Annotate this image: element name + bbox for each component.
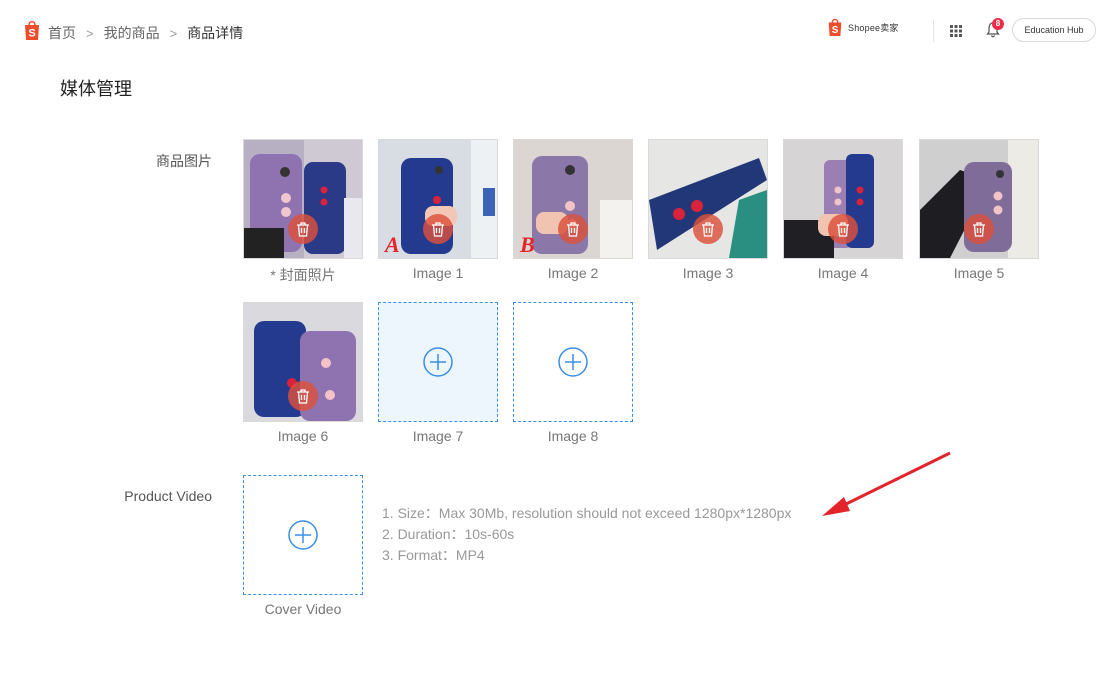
svg-text:S: S <box>28 28 35 40</box>
shopee-seller-logo-icon: S <box>828 18 842 36</box>
plus-circle-icon <box>288 520 318 550</box>
image-caption: Image 2 <box>547 265 599 281</box>
video-requirements: 1. Size：Max 30Mb, resolution should not … <box>382 503 791 566</box>
seller-brand[interactable]: S Shopee卖家 <box>826 17 899 37</box>
image-slot-3[interactable]: Image 3 <box>648 139 768 281</box>
image-caption: Image 7 <box>412 428 464 444</box>
plus-circle-icon <box>423 347 453 377</box>
trash-icon <box>297 221 309 237</box>
breadcrumb-product-detail: 商品详情 <box>187 25 244 41</box>
page-title: 媒体管理 <box>60 79 132 99</box>
svg-text:S: S <box>832 25 839 36</box>
annotation-arrow-icon <box>822 451 951 516</box>
image-slot-8[interactable]: Image 8 <box>513 302 633 444</box>
notification-count-badge: 8 <box>992 18 1004 30</box>
product-image-thumbnail[interactable] <box>648 139 768 259</box>
delete-image-button[interactable] <box>423 214 453 244</box>
image-slot-5[interactable]: Image 5 <box>919 139 1039 281</box>
image-caption: Image 4 <box>817 265 869 281</box>
top-bar: S 首页 > 我的商品 > 商品详情 S Shopee卖家 8 Educatio… <box>0 0 1113 64</box>
image-slot-2[interactable]: B Image 2 <box>513 139 633 281</box>
image-slot-cover[interactable]: * 封面照片 <box>243 139 363 285</box>
product-image-thumbnail[interactable] <box>243 302 363 422</box>
image-caption: * 封面照片 <box>270 267 336 283</box>
video-rule-duration: 2. Duration：10s-60s <box>382 526 515 542</box>
delete-image-button[interactable] <box>964 214 994 244</box>
add-video-button[interactable] <box>243 475 363 595</box>
video-rule-format: 3. Format：MP4 <box>382 547 485 563</box>
trash-icon <box>567 221 579 237</box>
image-caption: Image 1 <box>412 265 464 281</box>
delete-image-button[interactable] <box>288 381 318 411</box>
delete-image-button[interactable] <box>693 214 723 244</box>
add-image-button[interactable] <box>378 302 498 422</box>
image-caption: Image 6 <box>277 428 329 444</box>
image-caption: Image 3 <box>682 265 734 281</box>
add-image-button[interactable] <box>513 302 633 422</box>
annotation-letter: A <box>385 232 400 257</box>
breadcrumb-my-products[interactable]: 我的商品 <box>104 23 160 43</box>
chevron-right-icon: > <box>169 25 178 41</box>
delete-image-button[interactable] <box>288 214 318 244</box>
trash-icon <box>702 221 714 237</box>
seller-brand-label: Shopee卖家 <box>848 22 899 33</box>
breadcrumb: 首页 > 我的商品 > 商品详情 <box>48 23 243 43</box>
image-slot-4[interactable]: Image 4 <box>783 139 903 281</box>
image-caption: Image 5 <box>953 265 1005 281</box>
product-image-thumbnail[interactable]: B <box>513 139 633 259</box>
divider <box>933 20 934 42</box>
product-image-thumbnail[interactable] <box>919 139 1039 259</box>
trash-icon <box>432 221 444 237</box>
trash-icon <box>973 221 985 237</box>
image-slot-1[interactable]: A Image 1 <box>378 139 498 281</box>
shopee-logo-icon[interactable]: S <box>22 19 42 41</box>
education-hub-button[interactable]: Education Hub <box>1012 18 1096 42</box>
trash-icon <box>837 221 849 237</box>
product-image-thumbnail[interactable] <box>783 139 903 259</box>
image-slot-7[interactable]: Image 7 <box>378 302 498 444</box>
delete-image-button[interactable] <box>558 214 588 244</box>
product-image-thumbnail[interactable] <box>243 139 363 259</box>
image-slot-6[interactable]: Image 6 <box>243 302 363 444</box>
plus-circle-icon <box>558 347 588 377</box>
product-images-label: 商品图片 <box>156 153 212 169</box>
video-slot[interactable]: Cover Video <box>243 475 363 617</box>
video-caption: Cover Video <box>264 601 342 617</box>
video-rule-size: 1. Size：Max 30Mb, resolution should not … <box>382 505 792 521</box>
image-caption: Image 8 <box>547 428 599 444</box>
product-video-label: Product Video <box>124 488 212 504</box>
product-image-thumbnail[interactable]: A <box>378 139 498 259</box>
annotation-letter: B <box>520 232 535 257</box>
delete-image-button[interactable] <box>828 214 858 244</box>
trash-icon <box>297 388 309 404</box>
breadcrumb-home[interactable]: 首页 <box>48 23 76 43</box>
chevron-right-icon: > <box>86 25 94 41</box>
apps-grid-icon[interactable] <box>950 25 962 37</box>
